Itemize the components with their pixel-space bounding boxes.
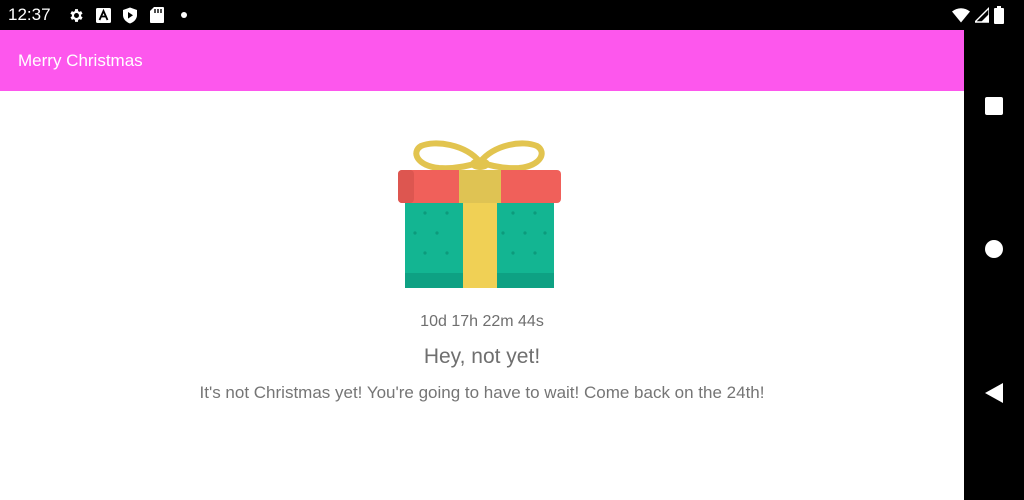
gift-box-icon (395, 138, 565, 288)
app-screen: Merry Christmas 10d 17h 22m 44s Hey, not… (0, 30, 964, 500)
status-system-icons (952, 6, 1004, 24)
countdown-timer: 10d 17h 22m 44s (420, 313, 544, 330)
triangle-back-icon (985, 383, 1003, 403)
back-button[interactable] (984, 383, 1004, 403)
shield-play-icon (121, 6, 139, 24)
status-bar: 12:37 (0, 0, 1024, 30)
home-button[interactable] (984, 239, 1004, 259)
app-toolbar: Merry Christmas (0, 30, 964, 91)
cellular-signal-icon (975, 7, 989, 23)
toolbar-title: Merry Christmas (18, 51, 143, 70)
dot-icon (175, 6, 193, 24)
font-a-icon (94, 6, 112, 24)
sd-card-icon (148, 6, 166, 24)
battery-icon (994, 6, 1004, 24)
main-content: 10d 17h 22m 44s Hey, not yet! It's not C… (0, 91, 964, 500)
square-icon (985, 97, 1003, 115)
navigation-bar (964, 30, 1024, 500)
status-notification-icons (67, 6, 193, 24)
message-text: It's not Christmas yet! You're going to … (199, 383, 765, 402)
settings-icon (67, 6, 85, 24)
recents-button[interactable] (984, 96, 1004, 116)
headline: Hey, not yet! (423, 345, 541, 368)
circle-icon (985, 240, 1003, 258)
status-time: 12:37 (8, 5, 51, 24)
wifi-icon (952, 7, 970, 23)
